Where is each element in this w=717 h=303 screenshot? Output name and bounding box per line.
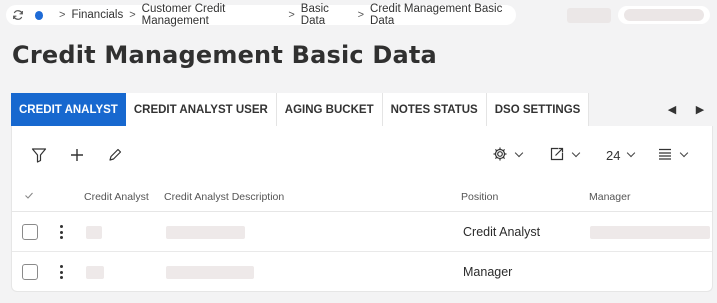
header-placeholder — [567, 8, 611, 23]
manager-placeholder — [590, 226, 710, 239]
page-title: Credit Management Basic Data — [12, 41, 437, 69]
breadcrumb-item-current: Credit Management Basic Data — [370, 3, 503, 27]
home-dot-icon[interactable] — [34, 10, 43, 20]
credit-analyst-placeholder — [86, 266, 104, 279]
chevron-down-icon — [571, 148, 581, 158]
column-header-credit-analyst[interactable]: Credit Analyst — [84, 191, 149, 203]
table-row[interactable]: Manager — [12, 252, 712, 292]
table-header: Credit Analyst Credit Analyst Descriptio… — [12, 182, 712, 212]
density-icon — [657, 146, 673, 165]
tab-bar: CREDIT ANALYST CREDIT ANALYST USER AGING… — [11, 93, 590, 126]
tab-credit-analyst[interactable]: CREDIT ANALYST — [11, 93, 126, 126]
description-placeholder — [166, 226, 245, 239]
table-row[interactable]: Credit Analyst — [12, 212, 712, 252]
row-menu-icon[interactable] — [59, 225, 63, 239]
tab-credit-analyst-user[interactable]: CREDIT ANALYST USER — [125, 93, 277, 126]
add-icon[interactable] — [68, 146, 86, 164]
settings-icon — [492, 146, 508, 165]
chevron-down-icon — [514, 148, 524, 158]
tab-notes-status[interactable]: NOTES STATUS — [382, 93, 487, 126]
breadcrumb-separator: > — [357, 9, 365, 21]
breadcrumb-item-financials[interactable]: Financials — [71, 9, 123, 21]
breadcrumb-separator: > — [129, 9, 136, 21]
select-all-checkmark-icon[interactable] — [24, 190, 34, 203]
export-icon — [549, 146, 565, 165]
tab-dso-settings[interactable]: DSO SETTINGS — [486, 93, 590, 126]
export-dropdown[interactable] — [549, 146, 581, 165]
breadcrumb-item-customer-credit-management[interactable]: Customer Credit Management — [142, 3, 283, 27]
tab-scroll-controls: ◀ ▶ — [658, 93, 714, 126]
breadcrumb-separator: > — [288, 9, 295, 21]
row-checkbox[interactable] — [22, 224, 38, 240]
row-checkbox[interactable] — [22, 264, 38, 280]
page-size-select[interactable]: 24 — [606, 146, 636, 164]
credit-analyst-placeholder — [86, 226, 102, 239]
tab-next-icon[interactable]: ▶ — [696, 103, 704, 116]
column-header-description[interactable]: Credit Analyst Description — [164, 191, 284, 203]
tab-aging-bucket[interactable]: AGING BUCKET — [276, 93, 383, 126]
row-menu-icon[interactable] — [59, 265, 63, 279]
chevron-down-icon — [679, 148, 689, 158]
description-placeholder — [166, 266, 254, 279]
header-user-placeholder[interactable] — [618, 6, 710, 24]
page-size-value: 24 — [606, 147, 621, 163]
settings-dropdown[interactable] — [492, 146, 524, 165]
position-cell: Credit Analyst — [463, 225, 541, 239]
position-cell: Manager — [463, 265, 513, 279]
chevron-down-icon — [627, 148, 636, 158]
column-header-position[interactable]: Position — [461, 191, 498, 203]
edit-icon[interactable] — [106, 146, 124, 164]
density-dropdown[interactable] — [657, 146, 689, 165]
refresh-icon[interactable] — [12, 8, 25, 22]
tab-prev-icon[interactable]: ◀ — [668, 103, 676, 116]
list-panel: 24 Credit Analyst Credit Analyst Descrip… — [11, 126, 713, 292]
breadcrumb-separator: > — [59, 9, 66, 21]
list-toolbar: 24 — [12, 126, 712, 182]
filter-icon[interactable] — [30, 146, 48, 164]
column-header-manager[interactable]: Manager — [589, 191, 630, 203]
breadcrumb: > Financials > Customer Credit Managemen… — [6, 3, 516, 27]
breadcrumb-item-basic-data[interactable]: Basic Data — [301, 3, 352, 27]
